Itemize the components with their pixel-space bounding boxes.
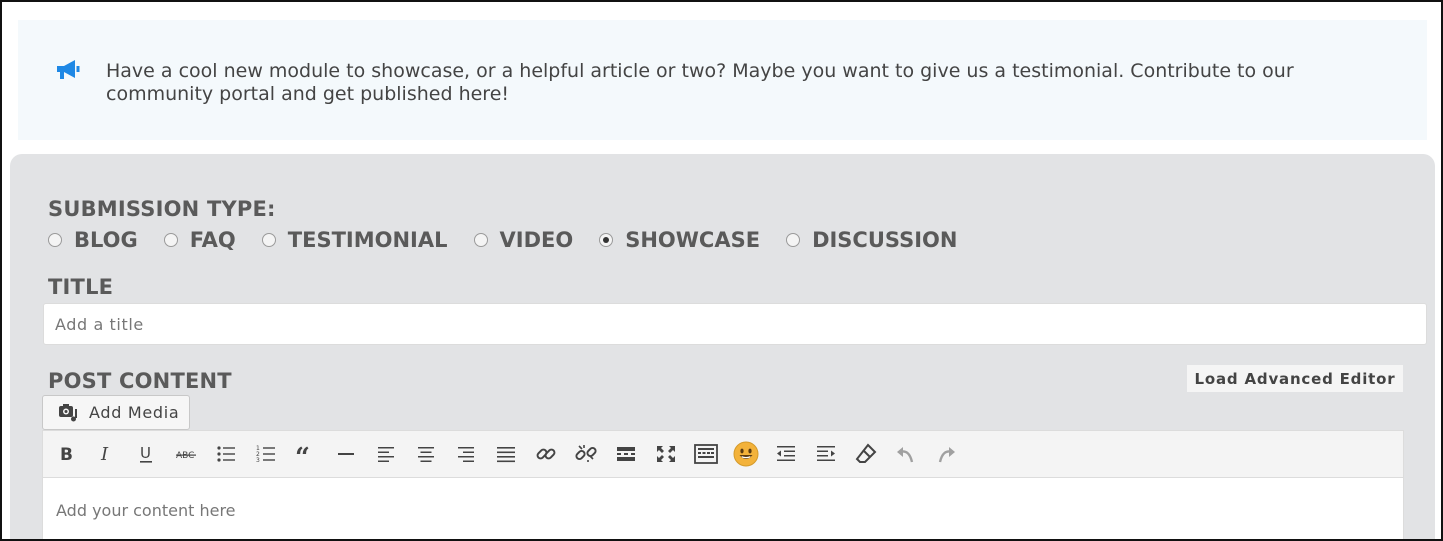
submission-type-label: SUBMISSION TYPE: [48,197,276,221]
numbered-list-icon[interactable]: 123 [252,440,280,468]
bullet-list-icon[interactable] [212,440,240,468]
radio-button[interactable] [163,233,178,247]
type-option-blog[interactable]: BLOG [48,228,138,252]
indent-icon[interactable] [812,440,840,468]
community-notice: Have a cool new module to showcase, or a… [18,20,1427,140]
type-option-label: TESTIMONIAL [287,228,448,252]
content-editor[interactable]: Add your content here [42,477,1404,539]
type-option-showcase[interactable]: SHOWCASE [599,228,760,252]
radio-button[interactable] [786,233,801,247]
redo-icon[interactable] [932,440,960,468]
type-option-video[interactable]: VIDEO [473,228,574,252]
align-right-icon[interactable] [452,440,480,468]
keyboard-shortcuts-icon[interactable] [692,440,720,468]
type-option-testimonial[interactable]: TESTIMONIAL [261,228,448,252]
megaphone-icon [54,58,82,82]
undo-icon[interactable] [892,440,920,468]
read-more-icon[interactable] [612,440,640,468]
load-advanced-editor-button[interactable]: Load Advanced Editor [1187,365,1403,392]
type-option-label: SHOWCASE [625,228,761,252]
notice-text: Have a cool new module to showcase, or a… [106,60,1294,105]
type-option-label: DISCUSSION [812,228,958,252]
title-label: TITLE [48,275,114,299]
emoji-icon[interactable] [732,440,760,468]
link-icon[interactable] [532,440,560,468]
unlink-icon[interactable] [572,440,600,468]
add-media-label: Add Media [89,403,180,422]
svg-text:U: U [140,444,151,462]
type-option-faq[interactable]: FAQ [163,228,236,252]
title-input[interactable] [43,303,1427,345]
outdent-icon[interactable] [772,440,800,468]
clear-formatting-icon[interactable] [852,440,880,468]
add-media-icon [58,403,80,423]
post-content-label: POST CONTENT [48,369,232,393]
type-option-label: VIDEO [499,228,574,252]
app-frame: Have a cool new module to showcase, or a… [0,0,1443,541]
editor-toolbar: B I U ABC 123 “ [42,430,1404,477]
radio-button-checked[interactable] [599,233,614,247]
justify-icon[interactable] [492,440,520,468]
blockquote-icon[interactable]: “ [292,440,320,468]
align-left-icon[interactable] [372,440,400,468]
type-option-label: FAQ [189,228,236,252]
add-media-button[interactable]: Add Media [42,395,190,430]
type-option-label: BLOG [74,228,138,252]
submission-form: SUBMISSION TYPE: BLOG FAQ TESTIMONIAL VI… [10,154,1435,539]
radio-button[interactable] [261,233,276,247]
italic-icon[interactable]: I [92,440,120,468]
underline-icon[interactable]: U [132,440,160,468]
align-center-icon[interactable] [412,440,440,468]
svg-text:ABC: ABC [176,451,194,461]
svg-text:I: I [100,444,109,464]
radio-button[interactable] [48,233,62,247]
submission-type-group: BLOG FAQ TESTIMONIAL VIDEO SHOWCASE DISC… [48,227,983,253]
svg-text:B: B [60,445,73,464]
bold-icon[interactable]: B [52,440,80,468]
radio-button[interactable] [473,233,488,247]
type-option-discussion[interactable]: DISCUSSION [786,228,957,252]
svg-text:“: “ [295,444,310,464]
horizontal-line-icon[interactable] [332,440,360,468]
svg-text:3: 3 [256,457,260,464]
strikethrough-icon[interactable]: ABC [172,440,200,468]
fullscreen-icon[interactable] [652,440,680,468]
content-placeholder: Add your content here [56,501,236,520]
